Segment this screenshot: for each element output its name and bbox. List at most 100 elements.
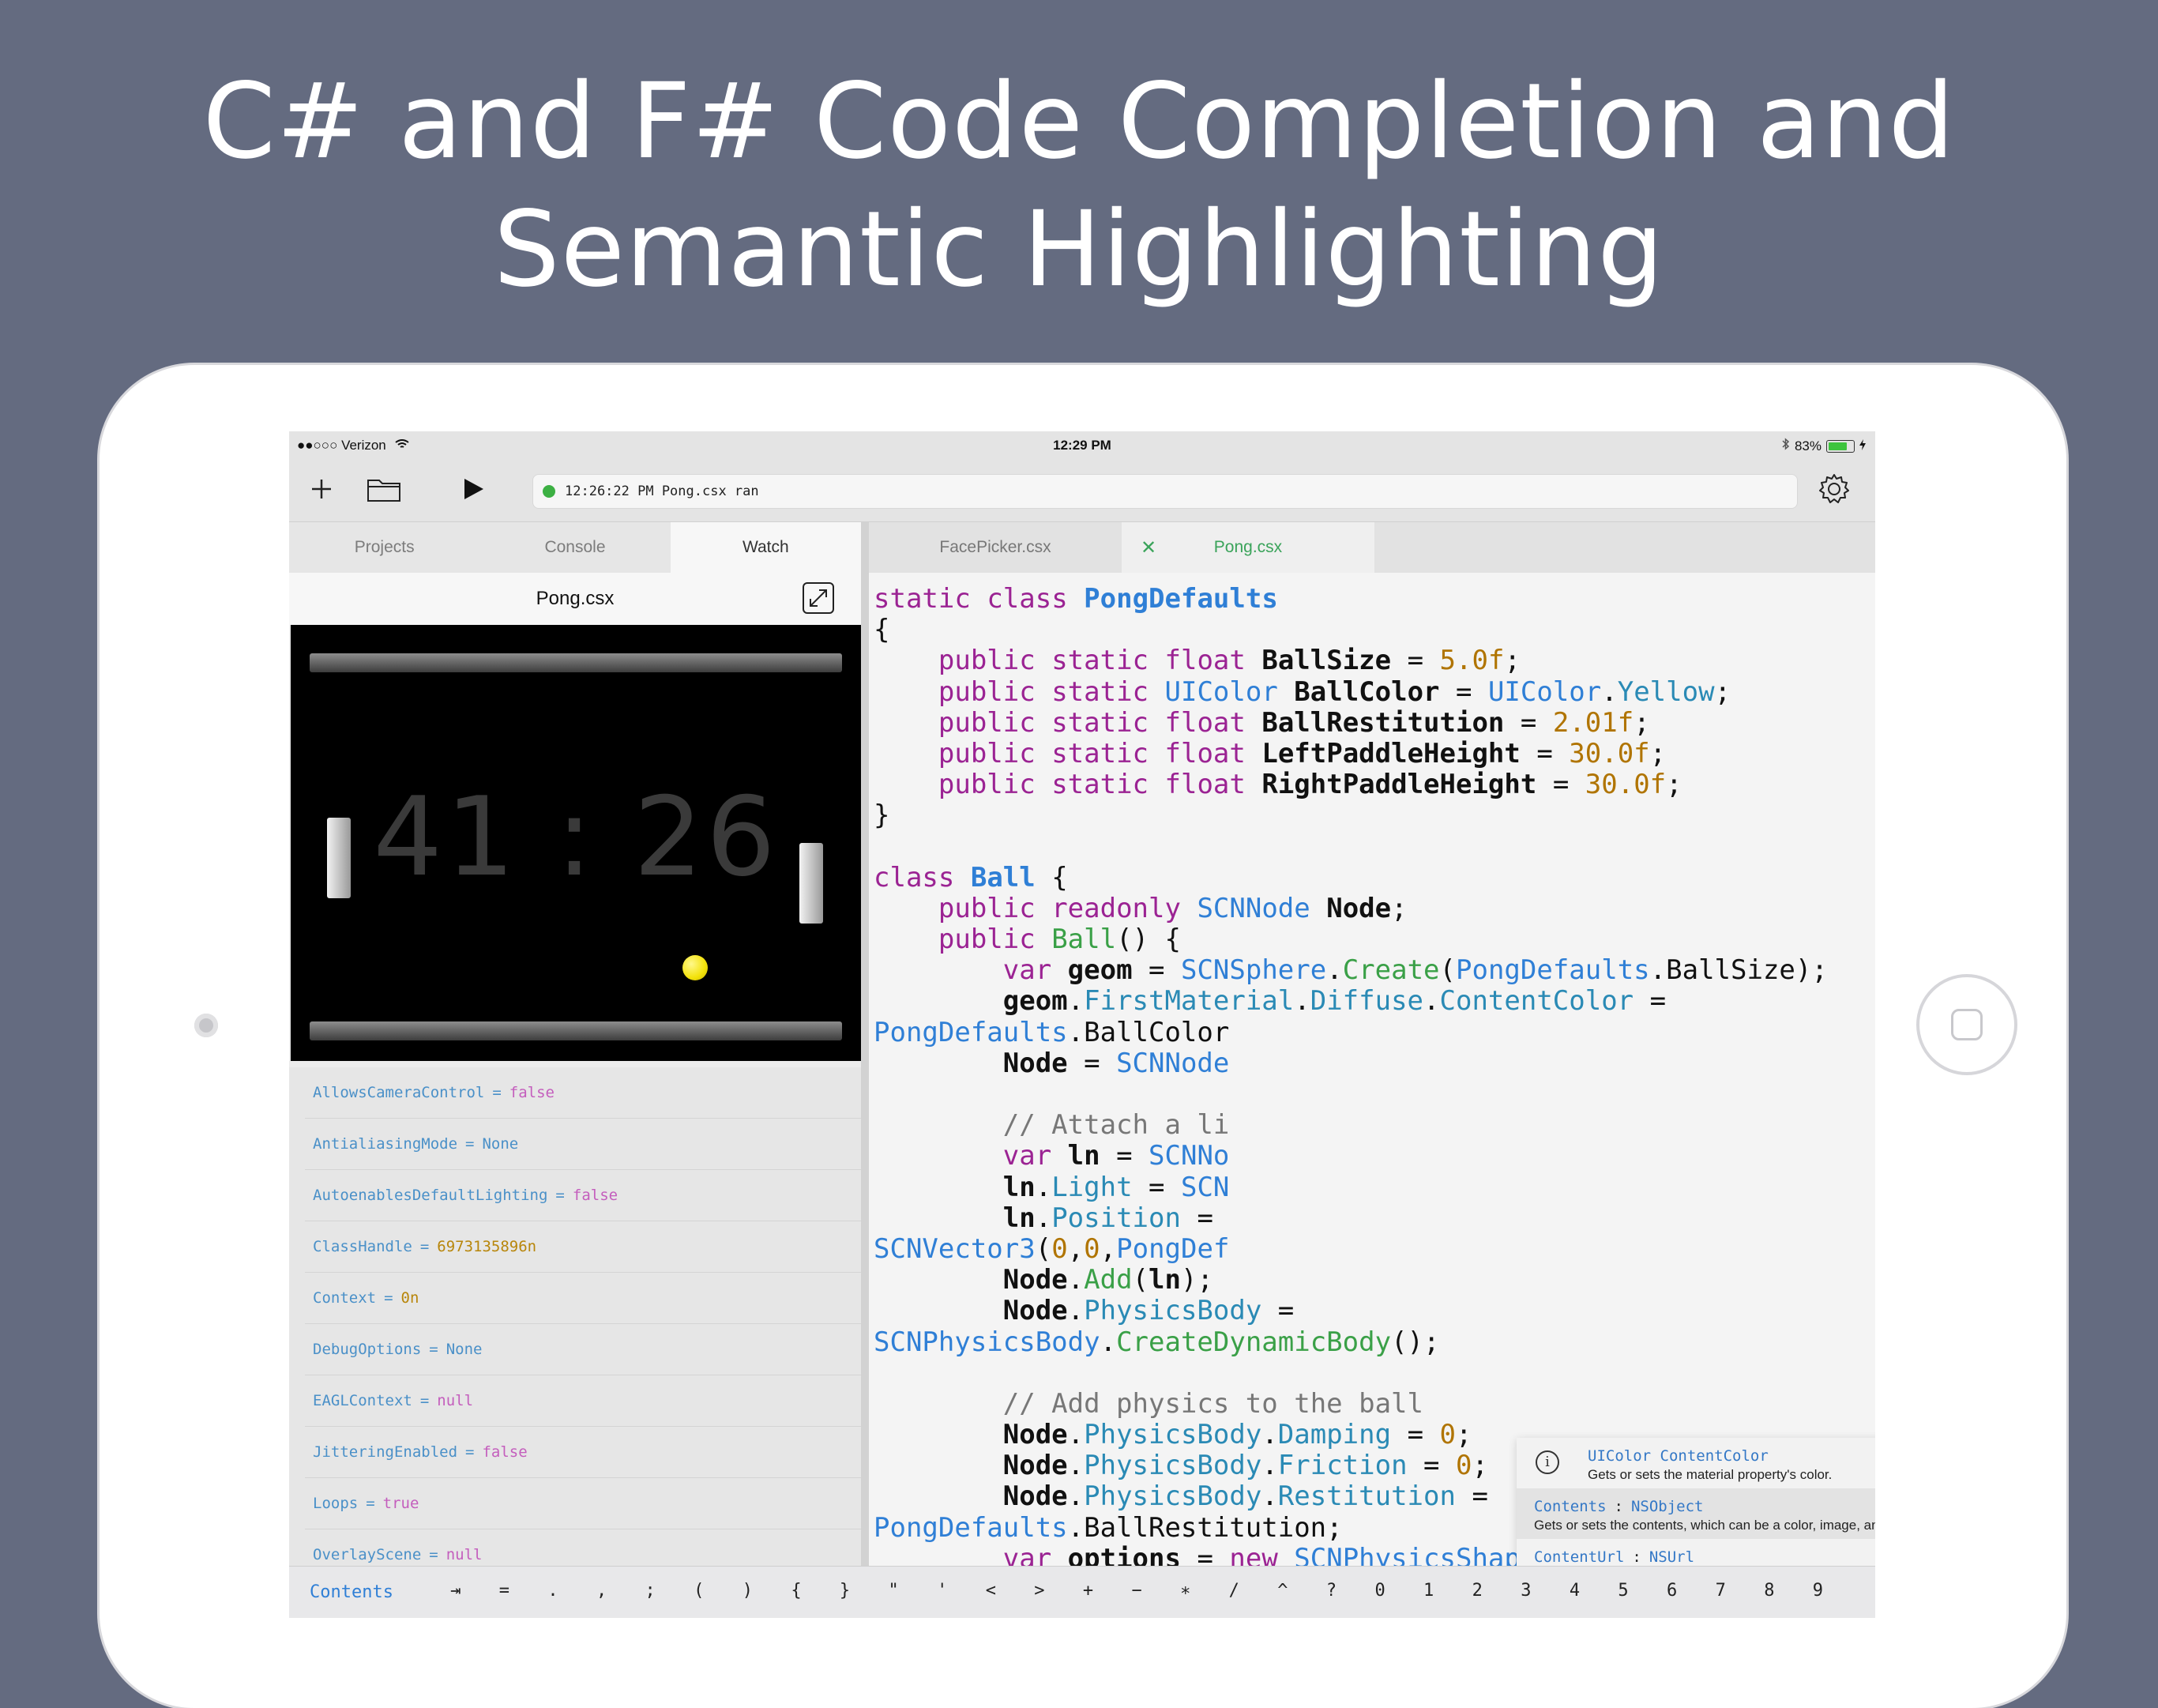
accessory-key[interactable]: ) [724, 1581, 773, 1601]
accessory-key[interactable]: ^ [1258, 1581, 1307, 1601]
folder-icon [367, 480, 400, 502]
right-paddle [799, 843, 823, 924]
accessory-key[interactable]: ; [626, 1581, 675, 1601]
accessory-key[interactable]: = [480, 1581, 529, 1601]
run-status-bar[interactable]: 12:26:22 PM Pong.csx ran [532, 474, 1798, 509]
pane-tabs: Projects Console Watch [289, 522, 861, 573]
property-row[interactable]: Loops = true [305, 1478, 861, 1529]
property-row[interactable]: DebugOptions = None [305, 1324, 861, 1375]
code-line: { [874, 614, 890, 646]
toolbar: 12:26:22 PM Pong.csx ran [289, 458, 1875, 522]
battery-fill [1829, 442, 1848, 450]
completion-item[interactable]: i UIColor ContentColor Gets or sets the ma… [1517, 1438, 1875, 1488]
close-tab-icon[interactable]: ✕ [1141, 536, 1156, 559]
accessory-suggestion[interactable]: Contents [310, 1582, 393, 1602]
expand-button[interactable] [803, 582, 834, 614]
accessory-key[interactable]: 0 [1355, 1581, 1404, 1601]
settings-button[interactable] [1810, 468, 1858, 510]
accessory-key[interactable]: " [869, 1581, 918, 1601]
accessory-key[interactable]: ⇥ [431, 1581, 480, 1601]
property-value: false [509, 1084, 555, 1101]
home-square-icon [1951, 1009, 1983, 1040]
completion-item[interactable]: Contents: NSObject Gets or sets the conten… [1517, 1488, 1875, 1539]
run-button[interactable] [453, 468, 493, 510]
code-line: // Attach a li [1002, 1109, 1230, 1142]
accessory-key[interactable]: − [1112, 1581, 1161, 1601]
tab-console[interactable]: Console [479, 522, 670, 573]
property-row[interactable]: ClassHandle = 6973135896n [305, 1221, 861, 1273]
tab-projects[interactable]: Projects [289, 522, 479, 573]
accessory-key[interactable]: ? [1307, 1581, 1356, 1601]
code-line: geom.FirstMaterial.Diffuse.ContentColor … [1002, 985, 1667, 1018]
accessory-key[interactable]: < [967, 1581, 1016, 1601]
accessory-key[interactable]: 5 [1599, 1581, 1648, 1601]
property-row[interactable]: JitteringEnabled = false [305, 1427, 861, 1478]
code-line: public Ball() { [938, 924, 1181, 956]
accessory-key[interactable]: ' [918, 1581, 967, 1601]
tab-facepicker[interactable]: FacePicker.csx [869, 522, 1122, 573]
property-name: EAGLContext [313, 1392, 412, 1409]
open-folder-button[interactable] [360, 468, 408, 510]
accessory-key[interactable]: / [1210, 1581, 1259, 1601]
code-line: SCNPhysicsBody.CreateDynamicBody(); [874, 1326, 1440, 1358]
accessory-key[interactable]: 3 [1502, 1581, 1551, 1601]
battery-icon [1826, 439, 1855, 453]
headline-line-2: Semantic Highlighting [493, 189, 1665, 310]
tab-pong[interactable]: ✕ Pong.csx [1122, 522, 1374, 573]
accessory-key[interactable]: ( [675, 1581, 724, 1601]
property-name: JitteringEnabled [313, 1443, 458, 1461]
code-line: public static float LeftPaddleHeight = 3… [938, 737, 1667, 769]
game-scene-view[interactable]: 41 : 26 [291, 625, 861, 1061]
battery-percent: 83% [1794, 438, 1822, 453]
property-equals: = [465, 1443, 475, 1461]
code-line: SCNVector3(0,0,PongDef [874, 1232, 1230, 1265]
accessory-key[interactable]: 2 [1453, 1581, 1502, 1601]
property-row[interactable]: AntialiasingMode = None [305, 1119, 861, 1170]
tab-watch[interactable]: Watch [670, 522, 861, 573]
code-text[interactable]: static class PongDefaults{ public static… [874, 583, 1828, 1574]
accessory-key[interactable]: } [821, 1581, 870, 1601]
property-name: DebugOptions [313, 1341, 422, 1358]
top-wall [310, 653, 842, 672]
accessory-key[interactable]: 4 [1551, 1581, 1600, 1601]
accessory-key[interactable]: ∗ [1161, 1581, 1210, 1601]
completion-description: Gets or sets the material property's col… [1588, 1467, 1833, 1482]
bluetooth-icon [1782, 438, 1790, 454]
property-value: None [446, 1341, 483, 1358]
accessory-key[interactable]: { [772, 1581, 821, 1601]
property-value: 6973135896n [437, 1238, 537, 1255]
accessory-key[interactable]: + [1064, 1581, 1113, 1601]
pane-divider[interactable] [861, 522, 869, 1618]
property-value: None [482, 1135, 519, 1153]
code-line: public static float BallRestitution = 2.… [938, 706, 1650, 739]
home-button[interactable] [1916, 974, 2017, 1075]
code-line: // Add physics to the ball [1002, 1387, 1423, 1420]
property-equals: = [366, 1495, 375, 1512]
add-button[interactable] [302, 468, 341, 510]
accessory-key[interactable]: 8 [1745, 1581, 1794, 1601]
accessory-key[interactable]: 9 [1794, 1581, 1843, 1601]
property-row[interactable]: Context = 0n [305, 1273, 861, 1324]
property-row[interactable]: EAGLContext = null [305, 1375, 861, 1427]
accessory-key[interactable]: . [528, 1581, 577, 1601]
property-value: true [382, 1495, 419, 1512]
property-row[interactable]: AllowsCameraControl = false [305, 1067, 861, 1119]
property-equals: = [419, 1238, 430, 1255]
accessory-key[interactable]: , [577, 1581, 626, 1601]
property-name: OverlayScene [313, 1546, 422, 1563]
property-name: Loops [313, 1495, 359, 1512]
completion-signature: UIColor ContentColor [1588, 1447, 1769, 1465]
accessory-key[interactable]: 7 [1696, 1581, 1745, 1601]
property-name: AllowsCameraControl [313, 1084, 485, 1101]
code-line: Node.PhysicsBody = [1002, 1295, 1295, 1327]
property-name: Context [313, 1289, 377, 1307]
accessory-key[interactable]: 1 [1404, 1581, 1453, 1601]
accessory-keys: ⇥ =.,;(){} " ' < > + − ∗ / ^? 0 1 2 3 4 5 6 7 8 9 [431, 1581, 1842, 1601]
property-row[interactable]: AutoenablesDefaultLighting = false [305, 1170, 861, 1221]
accessory-key[interactable]: 6 [1648, 1581, 1697, 1601]
completion-separator: : [1614, 1498, 1623, 1515]
play-icon [464, 479, 483, 499]
accessory-key[interactable]: > [1015, 1581, 1064, 1601]
